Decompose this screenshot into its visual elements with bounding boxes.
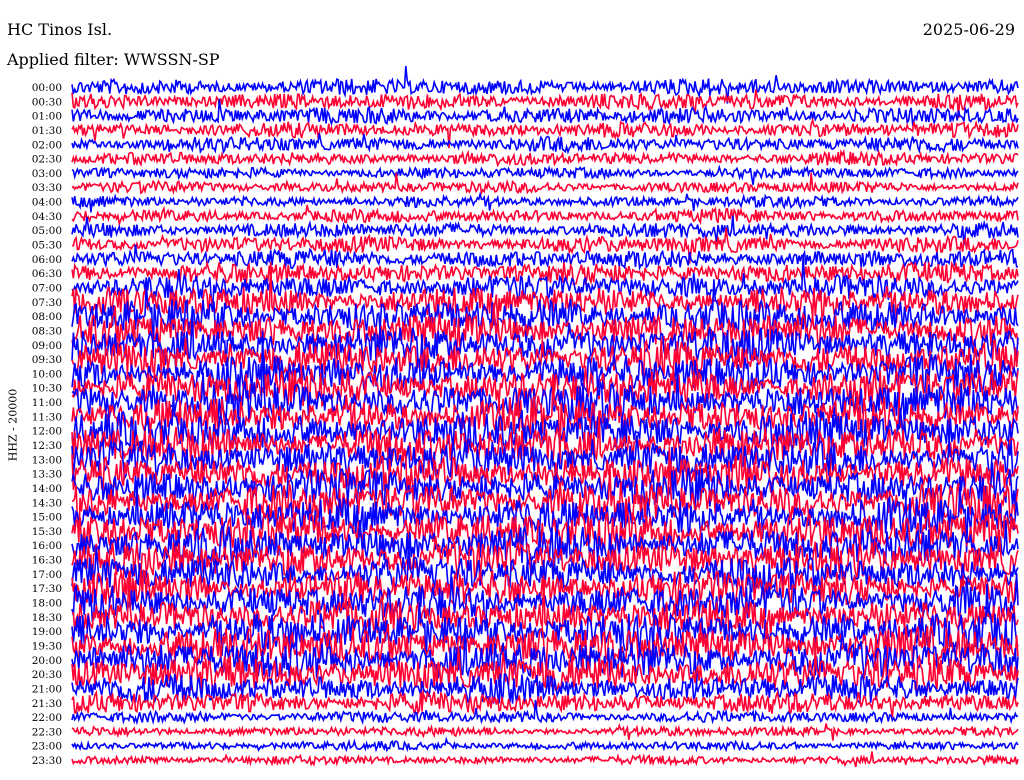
time-row-label: 23:00 [32, 741, 62, 753]
time-row-label: 13:00 [32, 454, 62, 466]
time-row-label: 01:00 [32, 111, 62, 123]
seismogram-trace [71, 148, 1019, 168]
time-row-label: 04:30 [32, 211, 62, 223]
time-row-label: 21:00 [32, 683, 62, 695]
time-row-label: 11:30 [32, 411, 62, 423]
time-row-label: 01:30 [32, 125, 62, 137]
time-row-label: 13:30 [32, 469, 62, 481]
time-row-label: 08:30 [32, 325, 62, 337]
seismogram-trace [71, 204, 1019, 227]
time-row-label: 07:00 [32, 282, 62, 294]
time-row-label: 04:00 [32, 197, 62, 209]
time-row-label: 10:30 [32, 383, 62, 395]
time-row-label: 21:30 [32, 698, 62, 710]
seismogram-trace [71, 191, 1019, 213]
time-row-label: 19:30 [32, 640, 62, 652]
seismogram-trace [71, 736, 1019, 753]
time-row-label: 16:00 [32, 540, 62, 552]
time-row-label: 02:00 [32, 139, 62, 151]
time-row-label: 06:30 [32, 268, 62, 280]
time-row-label: 15:00 [32, 512, 62, 524]
time-row-label: 10:00 [32, 368, 62, 380]
time-row-label: 18:30 [32, 612, 62, 624]
time-row-label: 07:30 [32, 297, 62, 309]
time-row-label: 02:30 [32, 154, 62, 166]
time-row-label: 06:00 [32, 254, 62, 266]
time-row-label: 12:00 [32, 426, 62, 438]
time-row-label: 20:30 [32, 669, 62, 681]
time-row-label: 14:00 [32, 483, 62, 495]
time-row-label: 03:30 [32, 182, 62, 194]
helicorder-plot: 00:00 00:30 01:00 01:30 02:00 02:30 03:00 03:30… [32, 65, 1019, 768]
time-row-label: 16:30 [32, 555, 62, 567]
time-row-label: 22:30 [32, 726, 62, 738]
time-row-label: 09:30 [32, 354, 62, 366]
time-row-label: 00:30 [32, 96, 62, 108]
seismogram-trace [71, 260, 1019, 286]
time-row-label: 08:00 [32, 311, 62, 323]
time-row-label: 18:00 [32, 598, 62, 610]
time-row-label: 05:00 [32, 225, 62, 237]
seismogram-trace [71, 132, 1019, 155]
time-row-label: 14:30 [32, 497, 62, 509]
time-row-label: 12:30 [32, 440, 62, 452]
seismogram-trace [71, 722, 1019, 741]
time-row-label: 20:00 [32, 655, 62, 667]
time-row-label: 09:00 [32, 340, 62, 352]
time-row-label: 17:30 [32, 583, 62, 595]
seismogram-trace [71, 65, 1019, 104]
time-row-label: 19:00 [32, 626, 62, 638]
seismogram-trace [71, 751, 1019, 768]
time-row-label: 17:00 [32, 569, 62, 581]
time-row-label: 00:00 [32, 82, 62, 94]
time-row-label: 23:30 [32, 755, 62, 767]
seismogram-trace [71, 172, 1019, 196]
time-row-label: 05:30 [32, 240, 62, 252]
time-row-label: 03:00 [32, 168, 62, 180]
time-row-label: 15:30 [32, 526, 62, 538]
seismogram-trace [71, 215, 1019, 246]
time-row-label: 22:00 [32, 712, 62, 724]
time-row-label: 11:00 [32, 397, 62, 409]
